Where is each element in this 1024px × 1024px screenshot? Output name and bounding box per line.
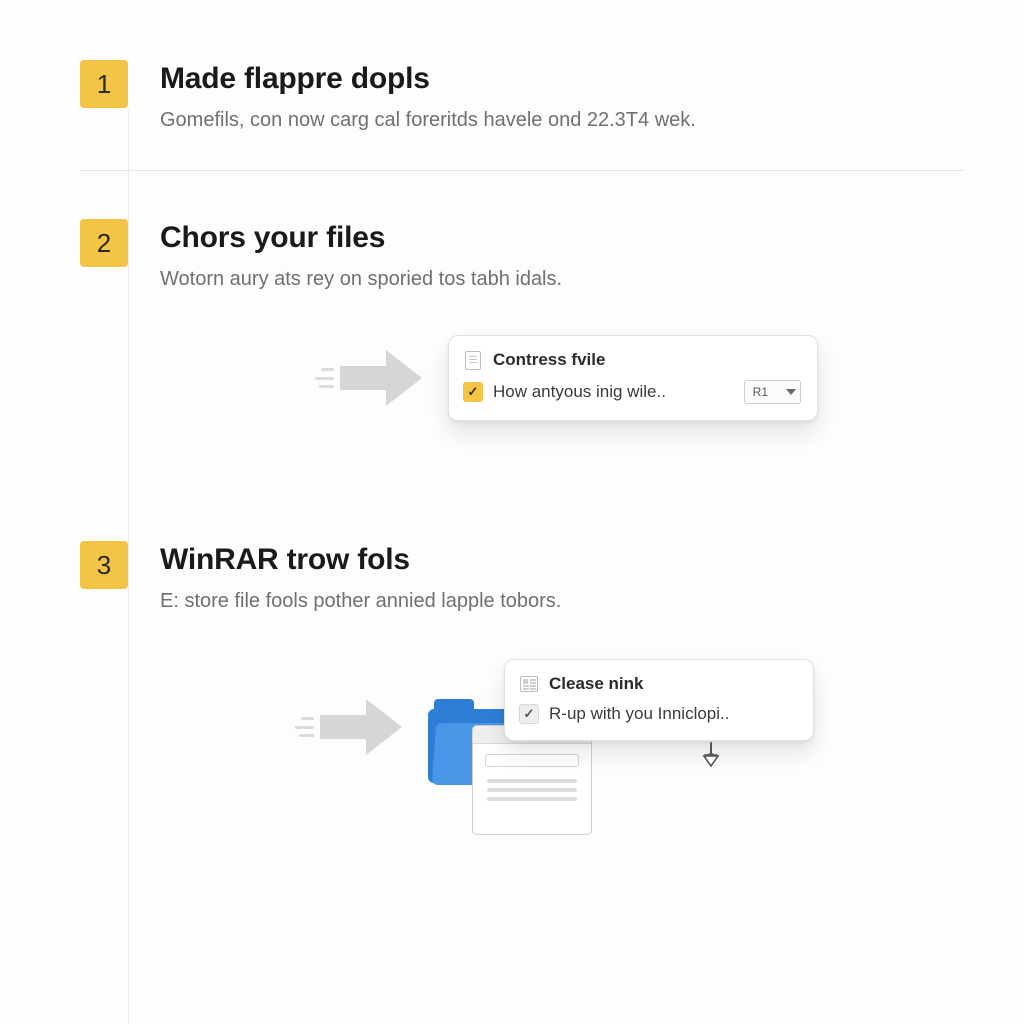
menu-item-label: R-up with you Inniclopi.. <box>549 704 797 724</box>
context-menu-popup: Contress fvile ✓ How antyous inig wile..… <box>448 335 818 421</box>
step-3-illustration: Clease nink ✓ R-up with you Inniclopi.. <box>160 665 964 789</box>
select-value: R1 <box>753 385 768 399</box>
step-2-badge: 2 <box>80 219 128 267</box>
step-2-desc: Wotorn aury ats rey on sporied tos tabh … <box>160 265 964 293</box>
menu-item-contress[interactable]: Contress fvile <box>461 346 803 374</box>
menu-item-label: Clease nink <box>549 674 797 694</box>
step-1-badge: 1 <box>80 60 128 108</box>
step-2-illustration: Contress fvile ✓ How antyous inig wile..… <box>160 335 964 421</box>
context-menu-popup-3: Clease nink ✓ R-up with you Inniclopi.. <box>504 659 814 741</box>
cursor-down-icon <box>699 740 723 770</box>
menu-item-how-antyous[interactable]: ✓ How antyous inig wile.. R1 <box>461 376 803 408</box>
check-icon: ✓ <box>463 382 483 402</box>
step-1: 1 Made flappre dopls Gomefils, con now c… <box>80 60 964 134</box>
step-2: 2 Chors your files Wotorn aury ats rey o… <box>80 219 964 421</box>
step-2-title: Chors your files <box>160 221 964 255</box>
menu-item-rup[interactable]: ✓ R-up with you Inniclopi.. <box>517 700 799 728</box>
arrow-right-icon <box>320 699 410 755</box>
step-3-title: WinRAR trow fols <box>160 543 964 577</box>
file-icon <box>463 350 483 370</box>
chevron-down-icon <box>786 389 796 395</box>
step-3-desc: E: store file fools pother annied lapple… <box>160 587 964 615</box>
check-icon: ✓ <box>519 704 539 724</box>
divider <box>80 170 964 171</box>
step-3-body: WinRAR trow fols E: store file fools pot… <box>160 541 964 789</box>
step-3: 3 WinRAR trow fols E: store file fools p… <box>80 541 964 789</box>
arrow-right-icon <box>340 350 430 406</box>
step-3-badge: 3 <box>80 541 128 589</box>
step-1-body: Made flappre dopls Gomefils, con now car… <box>160 60 964 134</box>
step-1-title: Made flappre dopls <box>160 62 964 96</box>
news-icon <box>519 674 539 694</box>
folder-window-stack: Clease nink ✓ R-up with you Inniclopi.. <box>428 665 814 789</box>
menu-item-clease-nink[interactable]: Clease nink <box>517 670 799 698</box>
menu-item-label: Contress fvile <box>493 350 801 370</box>
step-2-body: Chors your files Wotorn aury ats rey on … <box>160 219 964 421</box>
format-select[interactable]: R1 <box>744 380 801 404</box>
menu-item-label: How antyous inig wile.. <box>493 382 734 402</box>
step-1-desc: Gomefils, con now carg cal foreritds hav… <box>160 106 964 134</box>
app-window-icon <box>472 725 592 835</box>
